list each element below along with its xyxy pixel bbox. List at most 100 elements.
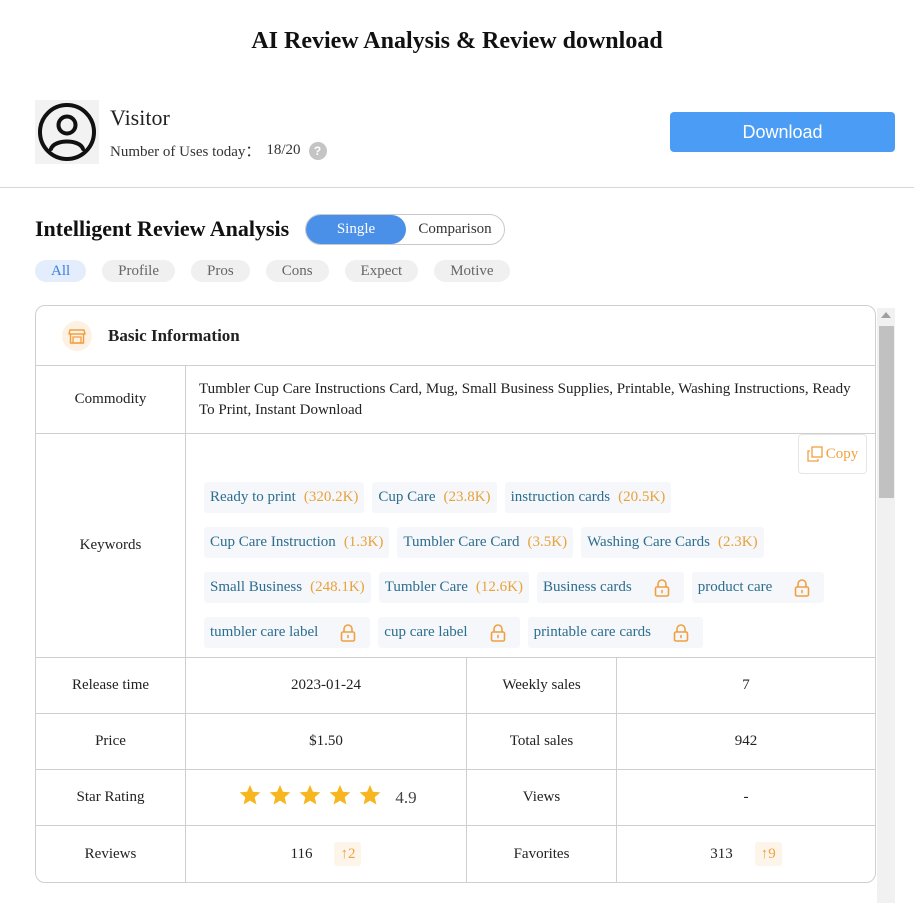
star-icon [238, 784, 262, 811]
filter-tabs: All Profile Pros Cons Expect Motive [35, 260, 526, 282]
user-avatar-icon [38, 103, 96, 161]
keyword-volume: (3.5K) [527, 534, 568, 550]
commodity-value: Tumbler Cup Care Instructions Card, Mug,… [199, 380, 851, 418]
store-icon [62, 320, 92, 351]
price-label: Price [36, 714, 186, 769]
keyword-volume: (248.1K) [310, 579, 365, 595]
commodity-label: Commodity [36, 366, 186, 433]
reviews-row: Reviews 116 ↑2 Favorites 313 ↑9 [36, 826, 875, 882]
favorites-value: 313 ↑9 [617, 826, 875, 882]
keywords-row: Keywords Copy Ready to print (320.2K) Cup … [36, 434, 875, 658]
keyword-text: Ready to print [210, 489, 296, 505]
favorites-count: 313 [710, 845, 733, 862]
reviews-value: 116 ↑2 [186, 826, 467, 882]
keyword-chip[interactable]: Business cards [536, 572, 684, 603]
keyword-chip[interactable]: Ready to print (320.2K) [204, 482, 365, 513]
keyword-volume: (20.5K) [618, 489, 666, 505]
scroll-up-arrow-icon[interactable] [881, 312, 891, 318]
star-rating-value: 4.9 [186, 770, 467, 825]
keyword-chip[interactable]: printable care cards [527, 617, 703, 648]
keyword-chip[interactable]: Tumbler Care (12.6K) [378, 572, 529, 603]
panel-header: Basic Information [36, 306, 875, 366]
rating-number: 4.9 [395, 787, 417, 807]
keyword-text: Small Business [210, 579, 303, 595]
total-sales-value: 942 [734, 733, 758, 749]
copy-icon [807, 446, 823, 462]
keywords-label: Keywords [36, 434, 186, 657]
star-icon [298, 784, 322, 811]
star-icon [328, 784, 352, 811]
keyword-volume: (12.6K) [475, 579, 523, 595]
filter-tab-cons[interactable]: Cons [265, 260, 329, 282]
keyword-text: Tumbler Care [384, 579, 468, 595]
views-label: Views [467, 770, 617, 825]
reviews-delta: ↑2 [334, 842, 362, 866]
favorites-delta: ↑9 [754, 842, 782, 866]
filter-tab-profile[interactable]: Profile [102, 260, 175, 282]
question-circle-icon[interactable]: ? [308, 141, 327, 160]
keyword-text: product care [697, 579, 773, 595]
lock-icon [340, 623, 356, 642]
price-value: $1.50 [186, 714, 467, 769]
user-header: Visitor Number of Uses today： 18/20 ? Do… [35, 100, 895, 166]
panel-title: Basic Information [108, 325, 240, 345]
filter-tab-all[interactable]: All [35, 260, 87, 282]
keyword-chip[interactable]: tumbler care label [204, 617, 371, 648]
keyword-text: Tumbler Care Card [403, 534, 520, 550]
keyword-chip[interactable]: Tumbler Care Card (3.5K) [397, 527, 574, 558]
download-button[interactable]: Download [670, 112, 895, 152]
price-row: Price $1.50 Total sales 942 [36, 714, 875, 770]
keyword-chip[interactable]: instruction cards (20.5K) [504, 482, 672, 513]
section-title: Intelligent Review Analysis [35, 216, 290, 241]
lock-icon [490, 623, 506, 642]
keyword-text: instruction cards [510, 489, 611, 505]
uses-today: Number of Uses today： 18/20 ? [110, 140, 327, 161]
favorites-label: Favorites [467, 826, 617, 882]
mode-single-tab[interactable]: Single [306, 215, 406, 244]
keyword-chip[interactable]: product care [691, 572, 825, 603]
lock-icon [794, 578, 810, 597]
star-rating-label: Star Rating [36, 770, 186, 825]
reviews-label: Reviews [36, 826, 186, 882]
weekly-sales-value: 7 [742, 677, 750, 693]
release-time-value: 2023-01-24 [186, 658, 467, 713]
commodity-row: Commodity Tumbler Cup Care Instructions … [36, 366, 875, 434]
lock-icon [673, 623, 689, 642]
keyword-volume: (1.3K) [343, 534, 384, 550]
keyword-chip[interactable]: Small Business (248.1K) [204, 572, 371, 603]
uses-label: Number of Uses today： [110, 144, 261, 160]
keyword-chip[interactable]: Washing Care Cards (2.3K) [581, 527, 764, 558]
reviews-count: 116 [290, 845, 313, 862]
page-title: AI Review Analysis & Review download [251, 28, 663, 54]
keyword-volume: (2.3K) [718, 534, 758, 550]
keyword-text: Cup Care [378, 489, 436, 505]
rating-row: Star Rating 4.9 Views - [36, 770, 875, 826]
filter-tab-expect[interactable]: Expect [344, 260, 419, 282]
release-time-label: Release time [36, 658, 186, 713]
lock-icon [654, 578, 670, 597]
mode-toggle: Single Comparison [305, 214, 505, 245]
uses-count: 18/20 [266, 142, 301, 158]
keyword-chip[interactable]: cup care label [378, 617, 520, 648]
keyword-text: Business cards [542, 579, 632, 595]
star-icon [358, 784, 382, 811]
star-icon [268, 784, 292, 811]
filter-tab-pros[interactable]: Pros [191, 260, 250, 282]
copy-button[interactable]: Copy [798, 434, 867, 474]
filter-tab-motive[interactable]: Motive [434, 260, 510, 282]
views-value: - [743, 789, 749, 805]
release-row: Release time 2023-01-24 Weekly sales 7 [36, 658, 875, 714]
keyword-chip[interactable]: Cup Care Instruction (1.3K) [204, 527, 390, 558]
keywords-cell: Copy Ready to print (320.2K) Cup Care (23.8… [186, 434, 875, 657]
total-sales-label: Total sales [467, 714, 617, 769]
scrollbar-thumb[interactable] [879, 326, 894, 498]
keyword-list: Ready to print (320.2K) Cup Care (23.8K) ins… [204, 482, 855, 662]
weekly-sales-label: Weekly sales [467, 658, 617, 713]
scrollbar[interactable] [877, 308, 895, 903]
basic-info-panel: Basic Information Commodity Tumbler Cup … [35, 305, 876, 883]
mode-comparison-tab[interactable]: Comparison [406, 221, 504, 238]
star-rating [235, 784, 385, 811]
keyword-text: Washing Care Cards [587, 534, 711, 550]
keyword-volume: (320.2K) [303, 489, 359, 505]
keyword-chip[interactable]: Cup Care (23.8K) [372, 482, 497, 513]
